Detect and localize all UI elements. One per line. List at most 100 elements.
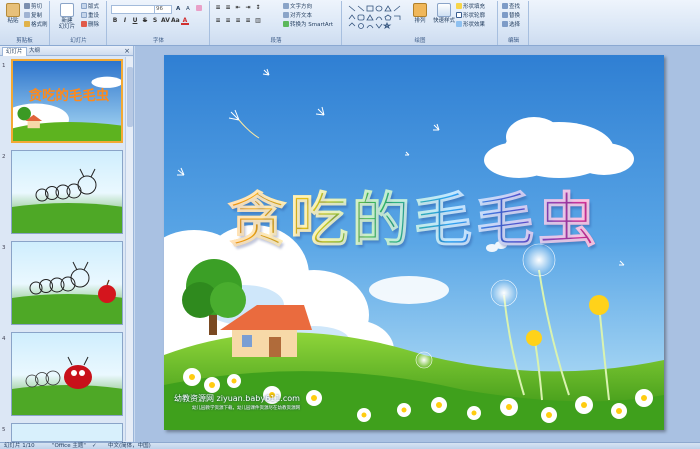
font-color-icon[interactable]: A — [181, 17, 189, 25]
shapes-gallery[interactable] — [347, 4, 405, 30]
slide-count: 幻灯片 1/10 — [4, 443, 35, 449]
align-row: ≡ ≡ ≡ ≡ ▥ — [214, 17, 264, 25]
paint-bucket-icon — [456, 3, 462, 9]
new-slide-icon — [60, 3, 74, 17]
svg-text:贪吃的毛毛虫: 贪吃的毛毛虫 — [28, 87, 110, 104]
align-left-icon[interactable]: ≡ — [214, 17, 222, 25]
watermark-subtext: 幼儿园教学资源下载，幼儿园课件资源尽在幼教资源网 — [192, 406, 300, 411]
close-icon[interactable]: × — [124, 46, 130, 56]
reset-button[interactable]: 重设 — [81, 12, 99, 20]
theme-name: "Office 主题" — [52, 443, 86, 449]
scissors-icon — [24, 3, 30, 9]
quick-styles-button[interactable]: 快速样式 — [431, 3, 457, 33]
shrink-font-button[interactable]: A — [186, 5, 190, 13]
strikethrough-icon[interactable]: S — [141, 17, 149, 25]
align-text-button[interactable]: 对齐文本 — [283, 12, 312, 20]
find-button[interactable]: 查找 — [502, 3, 520, 11]
paste-icon — [6, 3, 20, 17]
language-indicator[interactable]: 中文(简体，中国) — [108, 443, 151, 449]
effects-icon — [456, 21, 462, 27]
thumbnail-image — [12, 242, 122, 324]
grow-font-icon: A — [176, 6, 181, 12]
arrange-button[interactable]: 排列 — [409, 3, 431, 33]
panel-scrollbar[interactable] — [125, 57, 133, 441]
slide-thumbnail-5[interactable] — [11, 423, 123, 442]
align-right-icon[interactable]: ≡ — [234, 17, 242, 25]
layout-button[interactable]: 版式 — [81, 3, 99, 11]
font-label: 字体 — [152, 38, 164, 44]
slide-title[interactable]: 贪吃的毛毛虫 — [164, 173, 664, 257]
delete-icon — [81, 21, 87, 27]
new-slide-button[interactable]: 新建 幻灯片 — [55, 3, 79, 33]
slide-thumbnail-1[interactable]: 贪吃的毛毛虫 — [11, 59, 123, 143]
panel-tabs: 幻灯片 大纲 × — [0, 46, 133, 56]
thumbnail-image — [12, 151, 122, 233]
font-group: 96 A A B I U S S AVAa A 字体 — [108, 1, 210, 45]
italic-icon[interactable]: I — [121, 17, 129, 25]
underline-icon[interactable]: U — [131, 17, 139, 25]
spell-check-icon[interactable]: ✓ — [92, 443, 97, 449]
pen-icon — [456, 12, 462, 18]
decrease-indent-icon[interactable]: ⇤ — [234, 4, 242, 12]
paragraph-label: 段落 — [270, 38, 282, 44]
brush-icon — [24, 21, 30, 27]
cut-button[interactable]: 剪切 — [24, 3, 42, 11]
thumb-number: 5 — [2, 427, 6, 433]
align-center-icon[interactable]: ≡ — [224, 17, 232, 25]
replace-button[interactable]: 替换 — [502, 12, 520, 20]
smartart-icon — [283, 21, 289, 27]
text-direction-button[interactable]: 文字方向 — [283, 3, 312, 11]
spacing-icon[interactable]: AV — [161, 17, 170, 25]
drawing-label: 绘图 — [414, 38, 426, 44]
increase-indent-icon[interactable]: ⇥ — [244, 4, 252, 12]
status-bar: 幻灯片 1/10 "Office 主题" ✓ 中文(简体，中国) — [0, 442, 700, 449]
thumbnail-image — [12, 333, 122, 415]
justify-icon[interactable]: ≡ — [244, 17, 252, 25]
list-row: ≡ ≡ ⇤ ⇥ ↕ — [214, 4, 264, 12]
arrange-icon — [413, 3, 427, 17]
clear-format-button[interactable] — [196, 5, 203, 13]
shape-outline-button[interactable]: 形状轮廓 — [456, 12, 485, 20]
columns-icon[interactable]: ▥ — [254, 17, 262, 25]
editing-label: 编辑 — [507, 38, 519, 44]
slide-editor: 贪吃的毛毛虫 幼教资源网 ziyuan.baby611.com 幼儿园教学资源下… — [135, 46, 700, 442]
format-painter-button[interactable]: 格式刷 — [24, 21, 48, 29]
slide-thumbnail-4[interactable] — [11, 332, 123, 416]
font-size-select[interactable]: 96 — [154, 5, 172, 14]
line-spacing-icon[interactable]: ↕ — [254, 4, 262, 12]
thumb-number: 4 — [2, 336, 6, 342]
eraser-icon — [196, 5, 202, 11]
thumbnail-image — [12, 424, 122, 441]
paragraph-group: ≡ ≡ ⇤ ⇥ ↕ ≡ ≡ ≡ ≡ ▥ 文字方向 对齐文本 转换为 SmartArt 段落 — [211, 1, 342, 45]
editing-group: 查找 替换 选择 编辑 — [499, 1, 529, 45]
shape-fill-button[interactable]: 形状填充 — [456, 3, 485, 11]
align-text-icon — [283, 12, 289, 18]
paste-button[interactable]: 粘贴 — [2, 3, 24, 33]
numbering-icon[interactable]: ≡ — [224, 4, 232, 12]
font-format-row: B I U S S AVAa A — [111, 17, 191, 25]
current-slide[interactable]: 贪吃的毛毛虫 幼教资源网 ziyuan.baby611.com 幼儿园教学资源下… — [164, 55, 664, 430]
select-button[interactable]: 选择 — [502, 21, 520, 29]
slide-thumbnail-3[interactable] — [11, 241, 123, 325]
tab-outline[interactable]: 大纲 — [26, 47, 43, 56]
slides-panel: 幻灯片 大纲 × 1 贪吃的毛毛虫 2 3 4 5 — [0, 46, 134, 442]
case-icon[interactable]: Aa — [171, 17, 180, 25]
shadow-icon[interactable]: S — [151, 17, 159, 25]
bold-icon[interactable]: B — [111, 17, 119, 25]
copy-button[interactable]: 复制 — [24, 12, 42, 20]
tab-slides[interactable]: 幻灯片 — [2, 47, 27, 56]
ribbon: 粘贴 剪切 复制 格式刷 剪贴板 新建 幻灯片 版式 重设 删除 幻灯片 96 … — [0, 0, 700, 46]
thumbnail-image: 贪吃的毛毛虫 — [13, 61, 121, 141]
shape-effects-button[interactable]: 形状效果 — [456, 21, 485, 29]
shrink-font-icon: A — [186, 6, 190, 12]
bullets-icon[interactable]: ≡ — [214, 4, 222, 12]
thumb-number: 3 — [2, 245, 6, 251]
delete-slide-button[interactable]: 删除 — [81, 21, 99, 29]
slide-thumbnail-2[interactable] — [11, 150, 123, 234]
drawing-group: 排列 快速样式 形状填充 形状轮廓 形状效果 绘图 — [343, 1, 498, 45]
grow-font-button[interactable]: A — [176, 5, 180, 13]
scrollbar-thumb[interactable] — [127, 67, 133, 127]
select-icon — [502, 21, 508, 27]
smartart-button[interactable]: 转换为 SmartArt — [283, 21, 333, 29]
thumb-number: 1 — [2, 63, 6, 69]
